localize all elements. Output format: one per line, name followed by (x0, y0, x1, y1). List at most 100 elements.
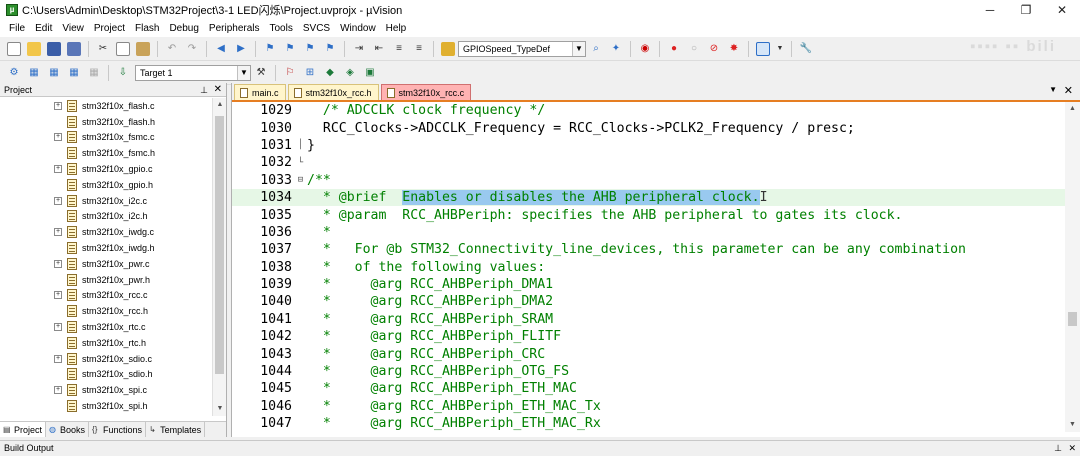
select-packs-icon[interactable]: ◈ (343, 66, 357, 80)
close-icon[interactable]: ✕ (1068, 441, 1076, 455)
project-tree-scrollbar[interactable]: ▲ ▼ (212, 98, 226, 416)
code-line[interactable]: 1031 │} (232, 137, 1080, 154)
tree-file-item[interactable]: stm32f10x_i2c.h (0, 209, 212, 225)
download-icon[interactable]: ⇩ (116, 66, 130, 80)
tree-file-item[interactable]: stm32f10x_pwr.h (0, 272, 212, 288)
tab-templates[interactable]: ↳ Templates (146, 422, 206, 437)
tree-file-item[interactable]: + stm32f10x_rtc.c (0, 319, 212, 335)
editor-tab[interactable]: stm32f10x_rcc.c (380, 84, 472, 100)
menu-flash[interactable]: Flash (130, 23, 164, 34)
copy-icon[interactable] (116, 41, 130, 56)
breakpoint-icon[interactable]: ● (667, 42, 681, 56)
expand-icon[interactable]: + (54, 386, 62, 395)
editor-scrollbar[interactable]: ▲ ▼ (1065, 102, 1080, 432)
code-line[interactable]: 1044 * @arg RCC_AHBPeriph_OTG_FS (232, 363, 1080, 380)
find-in-files-icon[interactable] (441, 41, 455, 56)
unindent-icon[interactable]: ⇤ (372, 42, 386, 56)
navigate-forward-icon[interactable]: ▶ (234, 42, 248, 56)
menu-tools[interactable]: Tools (265, 23, 298, 34)
fold-marker[interactable]: ⊟ (294, 175, 307, 185)
minimize-button[interactable]: ─ (972, 0, 1008, 20)
expand-icon[interactable]: + (54, 259, 62, 268)
code-line[interactable]: 1032 └ (232, 154, 1080, 171)
close-icon[interactable]: ✕ (214, 83, 222, 97)
bookmark-icon[interactable]: ⚑ (263, 42, 277, 56)
tab-list-dropdown-icon[interactable]: ▼ (1049, 85, 1057, 94)
tree-file-item[interactable]: stm32f10x_rtc.h (0, 335, 212, 351)
menu-edit[interactable]: Edit (30, 23, 57, 34)
expand-icon[interactable]: + (54, 228, 62, 237)
expand-icon[interactable]: + (54, 354, 62, 363)
paste-icon[interactable] (136, 41, 150, 56)
code-line[interactable]: 1039 * @arg RCC_AHBPeriph_DMA1 (232, 276, 1080, 293)
menu-peripherals[interactable]: Peripherals (204, 23, 265, 34)
editor-tab[interactable]: stm32f10x_rcc.h (287, 84, 379, 100)
uncomment-icon[interactable]: ≡ (412, 42, 426, 56)
close-icon[interactable]: ✕ (1064, 84, 1073, 97)
scroll-up-icon[interactable]: ▲ (213, 98, 227, 112)
tab-books[interactable]: ◍ Books (46, 422, 90, 437)
comment-icon[interactable]: ≡ (392, 42, 406, 56)
code-line[interactable]: 1040 * @arg RCC_AHBPeriph_DMA2 (232, 293, 1080, 310)
menu-file[interactable]: File (4, 23, 30, 34)
code-line[interactable]: 1046 * @arg RCC_AHBPeriph_ETH_MAC_Tx (232, 398, 1080, 415)
target-options-icon[interactable]: ⚒ (254, 66, 268, 80)
undo-icon[interactable]: ↶ (165, 42, 179, 56)
window-layout-icon[interactable] (756, 41, 770, 56)
code-line[interactable]: 1036 * (232, 224, 1080, 241)
next-bookmark-icon[interactable]: ⚑ (303, 42, 317, 56)
redo-icon[interactable]: ↷ (185, 42, 199, 56)
menu-help[interactable]: Help (381, 23, 412, 34)
menu-project[interactable]: Project (89, 23, 130, 34)
find-icon[interactable]: ⌕ (589, 42, 603, 56)
tree-file-item[interactable]: stm32f10x_sdio.h (0, 367, 212, 383)
tree-file-item[interactable]: + stm32f10x_sdio.c (0, 351, 212, 367)
menu-svcs[interactable]: SVCS (298, 23, 335, 34)
menu-view[interactable]: View (57, 23, 89, 34)
tree-file-item[interactable]: + stm32f10x_gpio.c (0, 161, 212, 177)
open-file-icon[interactable] (27, 41, 41, 56)
navigate-back-icon[interactable]: ◀ (214, 42, 228, 56)
rebuild-icon[interactable]: ▦ (47, 66, 61, 80)
code-line[interactable]: 1034 * @brief Enables or disables the AH… (232, 188, 1080, 207)
menu-debug[interactable]: Debug (164, 23, 203, 34)
scrollbar-thumb[interactable] (1068, 312, 1077, 326)
code-line[interactable]: 1030 RCC_Clocks->ADCCLK_Frequency = RCC_… (232, 119, 1080, 136)
scroll-down-icon[interactable]: ▼ (213, 402, 227, 416)
tree-file-item[interactable]: + stm32f10x_rcc.c (0, 288, 212, 304)
disable-breakpoint-icon[interactable]: ○ (687, 42, 701, 56)
editor-tab[interactable]: main.c (234, 84, 286, 100)
clear-bookmarks-icon[interactable]: ⚑ (323, 42, 337, 56)
save-all-icon[interactable] (67, 41, 81, 56)
tree-file-item[interactable]: stm32f10x_fsmc.h (0, 145, 212, 161)
tree-file-item[interactable]: + stm32f10x_fsmc.c (0, 130, 212, 146)
code-editor[interactable]: 1029 /* ADCCLK clock frequency */1030 RC… (232, 100, 1080, 432)
chevron-down-icon[interactable]: ▼ (572, 41, 585, 56)
expand-icon[interactable]: + (54, 101, 62, 110)
debug-session-icon[interactable]: ◉ (638, 42, 652, 56)
code-line[interactable]: 1041 * @arg RCC_AHBPeriph_SRAM (232, 311, 1080, 328)
tab-functions[interactable]: {} Functions (89, 422, 147, 437)
expand-icon[interactable]: + (54, 323, 62, 332)
tree-file-item[interactable]: + stm32f10x_iwdg.c (0, 224, 212, 240)
manage-project-icon[interactable]: ⊞ (303, 66, 317, 80)
tree-file-item[interactable]: stm32f10x_flash.h (0, 114, 212, 130)
batch-build-icon[interactable]: ▦ (67, 66, 81, 80)
expand-icon[interactable]: + (54, 133, 62, 142)
tab-project[interactable]: ▤ Project (0, 422, 47, 437)
expand-icon[interactable]: + (54, 291, 62, 300)
kill-breakpoints-icon[interactable]: ⊘ (707, 42, 721, 56)
build-icon[interactable]: ▦ (27, 66, 41, 80)
indent-icon[interactable]: ⇥ (352, 42, 366, 56)
tree-file-item[interactable]: stm32f10x_spi.h (0, 398, 212, 414)
manage-components-icon[interactable]: ⚐ (283, 66, 297, 80)
cut-icon[interactable]: ✂ (96, 42, 110, 56)
code-line[interactable]: 1045 * @arg RCC_AHBPeriph_ETH_MAC (232, 380, 1080, 397)
code-line[interactable]: 1043 * @arg RCC_AHBPeriph_CRC (232, 345, 1080, 362)
tree-file-item[interactable]: stm32f10x_gpio.h (0, 177, 212, 193)
save-icon[interactable] (47, 41, 61, 56)
scroll-down-icon[interactable]: ▼ (1065, 418, 1080, 432)
expand-icon[interactable]: + (54, 196, 62, 205)
scroll-up-icon[interactable]: ▲ (1065, 102, 1080, 116)
tree-file-item[interactable]: + stm32f10x_pwr.c (0, 256, 212, 272)
